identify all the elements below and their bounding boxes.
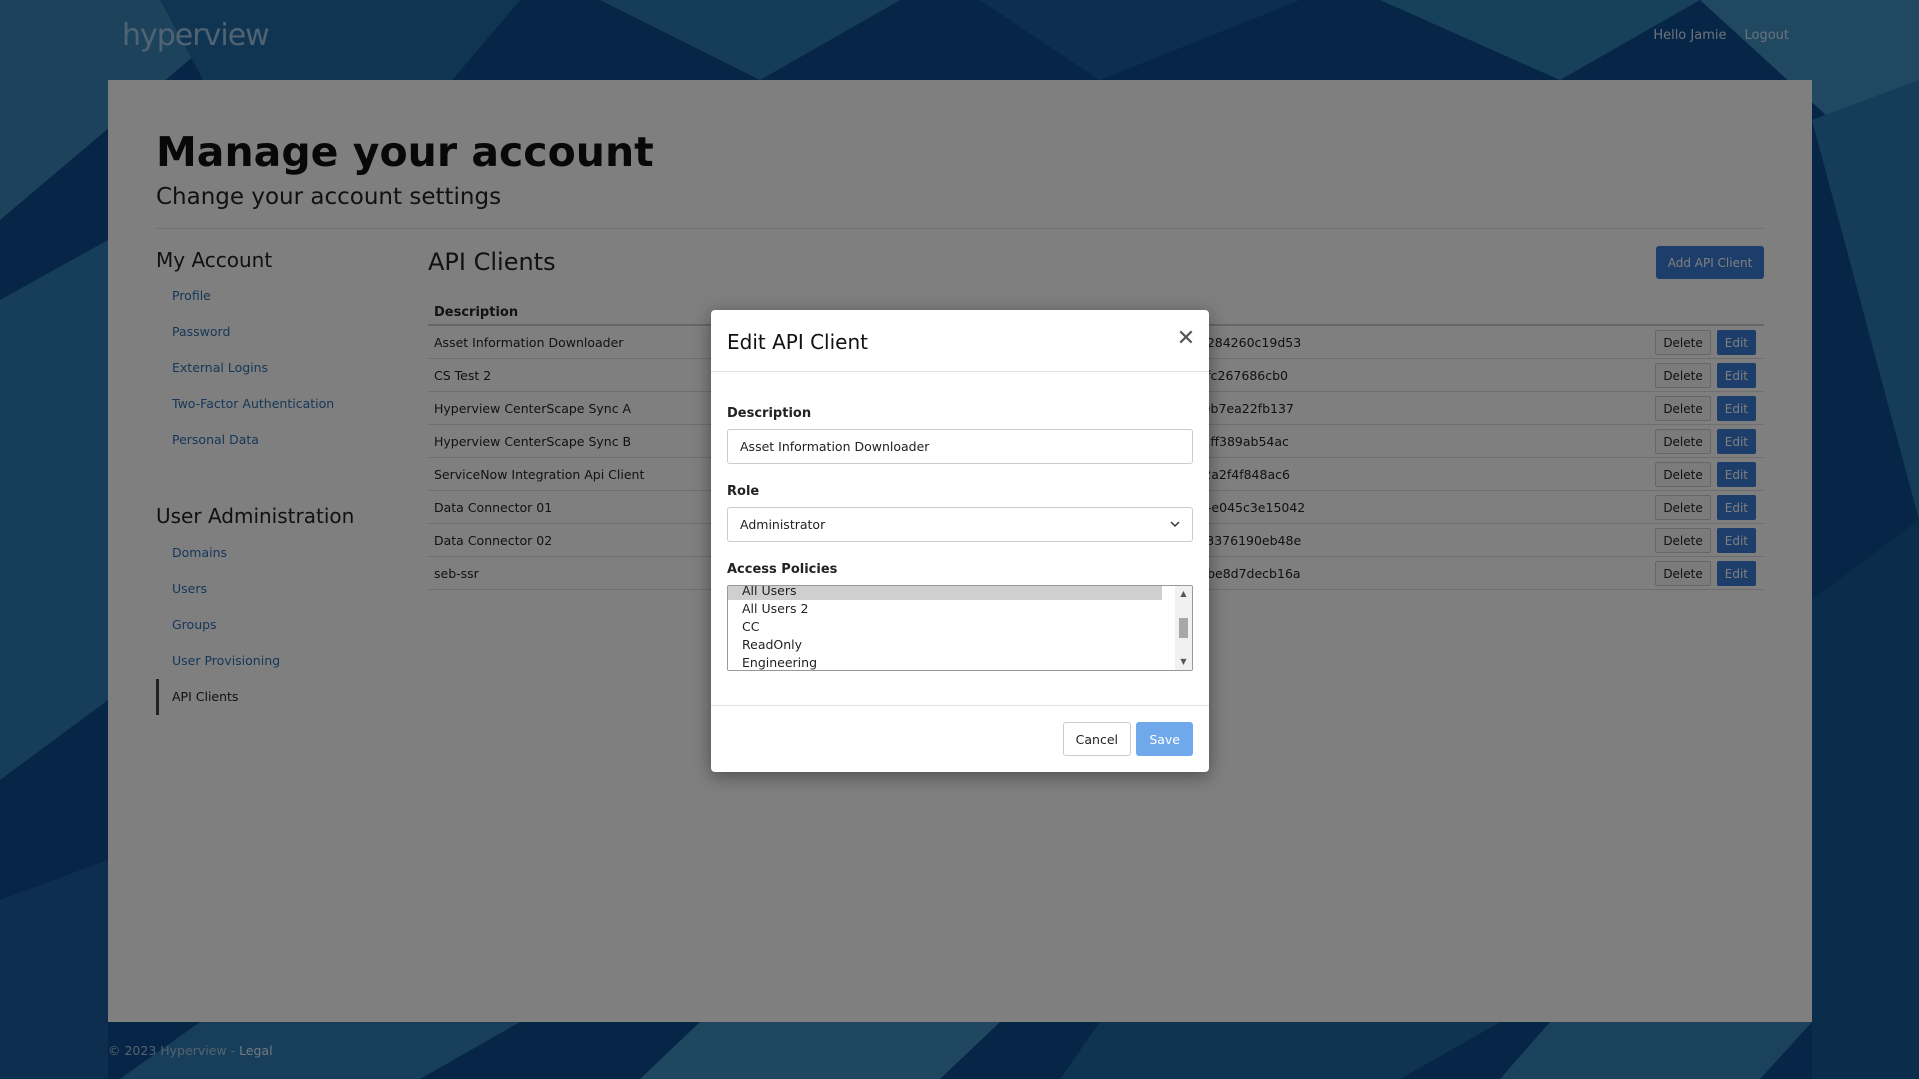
- listbox-scrollbar[interactable]: ▲ ▼: [1175, 586, 1192, 670]
- policy-option[interactable]: CC: [728, 618, 1162, 636]
- close-icon[interactable]: ✕: [1175, 328, 1197, 350]
- policy-option[interactable]: All Users 2: [728, 600, 1162, 618]
- modal-body: Description Role Administrator Access Po…: [727, 372, 1193, 671]
- role-label: Role: [727, 484, 760, 499]
- description-label: Description: [727, 406, 812, 421]
- role-select[interactable]: Administrator: [727, 507, 1193, 542]
- role-selected-value: Administrator: [740, 517, 826, 532]
- save-button[interactable]: Save: [1136, 722, 1193, 756]
- modal-title: Edit API Client: [727, 330, 868, 354]
- access-policies-label: Access Policies: [727, 562, 838, 577]
- edit-api-client-modal: Edit API Client ✕ Description Role Admin…: [711, 310, 1209, 772]
- description-input[interactable]: [727, 429, 1193, 464]
- scrollbar-thumb[interactable]: [1179, 618, 1188, 638]
- policy-option[interactable]: ReadOnly: [728, 636, 1162, 654]
- modal-header: Edit API Client ✕: [711, 310, 1209, 372]
- scroll-down-icon[interactable]: ▼: [1175, 654, 1192, 670]
- cancel-button[interactable]: Cancel: [1062, 722, 1131, 756]
- chevron-down-icon: [1170, 521, 1180, 528]
- policy-option[interactable]: All Users: [728, 586, 1162, 600]
- scroll-up-icon[interactable]: ▲: [1175, 586, 1192, 602]
- policy-options: All Users All Users 2 CC ReadOnly Engineerin…: [728, 586, 1192, 670]
- modal-footer: Cancel Save: [711, 705, 1209, 772]
- policy-option[interactable]: Engineering: [728, 654, 1162, 670]
- access-policies-listbox[interactable]: All Users All Users 2 CC ReadOnly Engineerin…: [727, 585, 1193, 671]
